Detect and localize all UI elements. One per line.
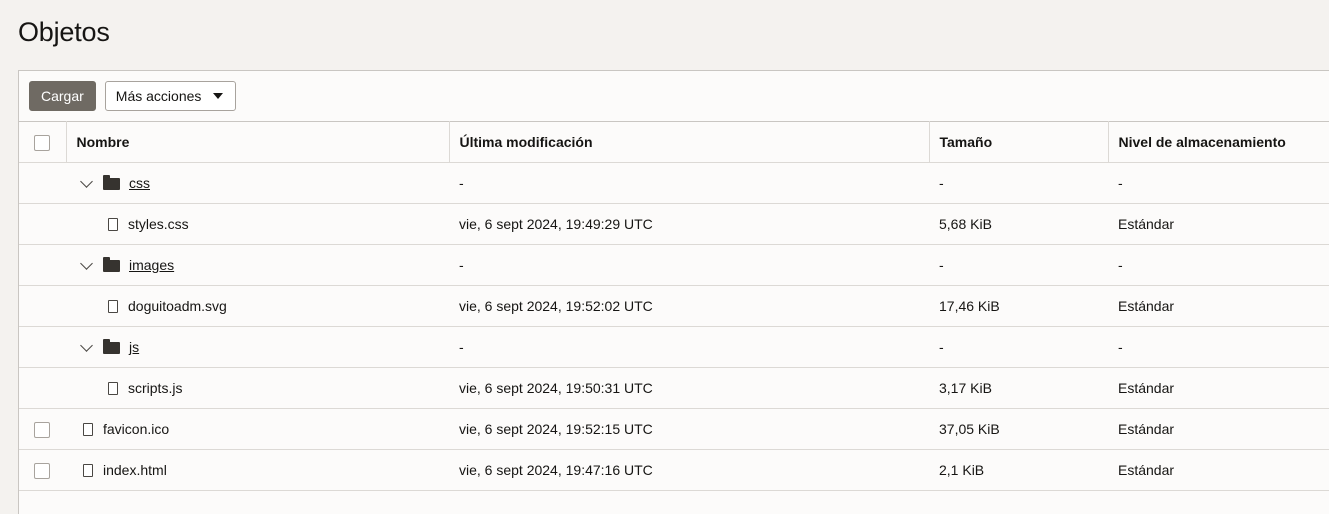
table-row: favicon.ico vie, 6 sept 2024, 19:52:15 U… bbox=[19, 408, 1329, 450]
file-icon bbox=[83, 422, 93, 436]
folder-link[interactable]: images bbox=[129, 257, 174, 273]
table-row: scripts.js vie, 6 sept 2024, 19:50:31 UT… bbox=[19, 367, 1329, 409]
storage-tier-cell: Estándar bbox=[1108, 408, 1329, 450]
file-name[interactable]: index.html bbox=[103, 462, 167, 478]
file-icon bbox=[83, 463, 93, 477]
row-select-cell bbox=[19, 367, 66, 409]
storage-tier-cell: Estándar bbox=[1108, 285, 1329, 327]
table-row: doguitoadm.svg vie, 6 sept 2024, 19:52:0… bbox=[19, 285, 1329, 327]
modified-cell: vie, 6 sept 2024, 19:49:29 UTC bbox=[449, 203, 929, 245]
objects-panel: Cargar Más acciones Nombre Última modifi… bbox=[18, 70, 1329, 514]
storage-tier-cell: Estándar bbox=[1108, 449, 1329, 491]
toolbar: Cargar Más acciones bbox=[29, 81, 237, 111]
modified-cell: - bbox=[449, 162, 929, 204]
storage-tier-cell: Estándar bbox=[1108, 367, 1329, 409]
chevron-down-icon[interactable] bbox=[80, 174, 93, 188]
file-name[interactable]: favicon.ico bbox=[103, 421, 169, 437]
column-header-size[interactable]: Tamaño bbox=[929, 121, 1109, 163]
row-select-cell bbox=[19, 449, 66, 491]
row-checkbox[interactable] bbox=[34, 421, 50, 438]
row-select-cell bbox=[19, 326, 66, 368]
file-icon bbox=[108, 299, 118, 313]
chevron-down-icon[interactable] bbox=[80, 256, 93, 270]
size-cell: 5,68 KiB bbox=[929, 203, 1108, 245]
folder-icon bbox=[103, 339, 120, 354]
row-select-cell bbox=[19, 203, 66, 245]
size-cell: - bbox=[929, 244, 1108, 286]
more-actions-label: Más acciones bbox=[115, 88, 202, 104]
row-select-cell bbox=[19, 244, 66, 286]
storage-tier-cell: - bbox=[1108, 326, 1329, 368]
name-cell: doguitoadm.svg bbox=[66, 285, 449, 327]
size-cell: 2,1 KiB bbox=[929, 449, 1108, 491]
modified-cell: - bbox=[449, 244, 929, 286]
folder-icon bbox=[103, 175, 120, 190]
name-cell: scripts.js bbox=[66, 367, 449, 409]
folder-link[interactable]: css bbox=[129, 175, 150, 191]
file-icon bbox=[108, 381, 118, 395]
column-header-modified[interactable]: Última modificación bbox=[449, 121, 930, 163]
folder-icon bbox=[103, 257, 120, 272]
column-header-storage-tier[interactable]: Nivel de almacenamiento bbox=[1108, 121, 1329, 163]
name-cell: favicon.ico bbox=[66, 408, 449, 450]
more-actions-button[interactable]: Más acciones bbox=[104, 81, 237, 111]
column-header-name[interactable]: Nombre bbox=[66, 121, 450, 163]
name-cell: images bbox=[66, 244, 449, 286]
table-row: js - - - bbox=[19, 326, 1329, 368]
table-row: css - - - bbox=[19, 162, 1329, 204]
name-cell: styles.css bbox=[66, 203, 449, 245]
file-name[interactable]: doguitoadm.svg bbox=[128, 298, 227, 314]
size-cell: 17,46 KiB bbox=[929, 285, 1108, 327]
modified-cell: vie, 6 sept 2024, 19:52:02 UTC bbox=[449, 285, 929, 327]
select-all-checkbox[interactable] bbox=[34, 134, 50, 151]
row-checkbox[interactable] bbox=[34, 462, 50, 479]
chevron-down-icon[interactable] bbox=[80, 338, 93, 352]
row-select-cell bbox=[19, 162, 66, 204]
storage-tier-cell: - bbox=[1108, 162, 1329, 204]
size-cell: 3,17 KiB bbox=[929, 367, 1108, 409]
size-cell: 37,05 KiB bbox=[929, 408, 1108, 450]
caret-down-icon bbox=[213, 93, 224, 99]
table-header-row: Nombre Última modificación Tamaño Nivel … bbox=[19, 121, 1329, 163]
row-select-cell bbox=[19, 408, 66, 450]
modified-cell: vie, 6 sept 2024, 19:47:16 UTC bbox=[449, 449, 929, 491]
storage-tier-cell: Estándar bbox=[1108, 203, 1329, 245]
page-title: Objetos bbox=[18, 17, 110, 47]
select-all-cell bbox=[19, 121, 67, 163]
modified-cell: vie, 6 sept 2024, 19:52:15 UTC bbox=[449, 408, 929, 450]
size-cell: - bbox=[929, 326, 1108, 368]
file-name[interactable]: scripts.js bbox=[128, 380, 182, 396]
file-icon bbox=[108, 217, 118, 231]
row-select-cell bbox=[19, 285, 66, 327]
storage-tier-cell: - bbox=[1108, 244, 1329, 286]
modified-cell: - bbox=[449, 326, 929, 368]
objects-table: Nombre Última modificación Tamaño Nivel … bbox=[19, 121, 1329, 491]
folder-link[interactable]: js bbox=[129, 339, 139, 355]
name-cell: js bbox=[66, 326, 449, 368]
table-row: images - - - bbox=[19, 244, 1329, 286]
size-cell: - bbox=[929, 162, 1108, 204]
name-cell: index.html bbox=[66, 449, 449, 491]
table-row: styles.css vie, 6 sept 2024, 19:49:29 UT… bbox=[19, 203, 1329, 245]
modified-cell: vie, 6 sept 2024, 19:50:31 UTC bbox=[449, 367, 929, 409]
table-row: index.html vie, 6 sept 2024, 19:47:16 UT… bbox=[19, 449, 1329, 491]
file-name[interactable]: styles.css bbox=[128, 216, 189, 232]
name-cell: css bbox=[66, 162, 449, 204]
upload-button[interactable]: Cargar bbox=[29, 81, 96, 111]
